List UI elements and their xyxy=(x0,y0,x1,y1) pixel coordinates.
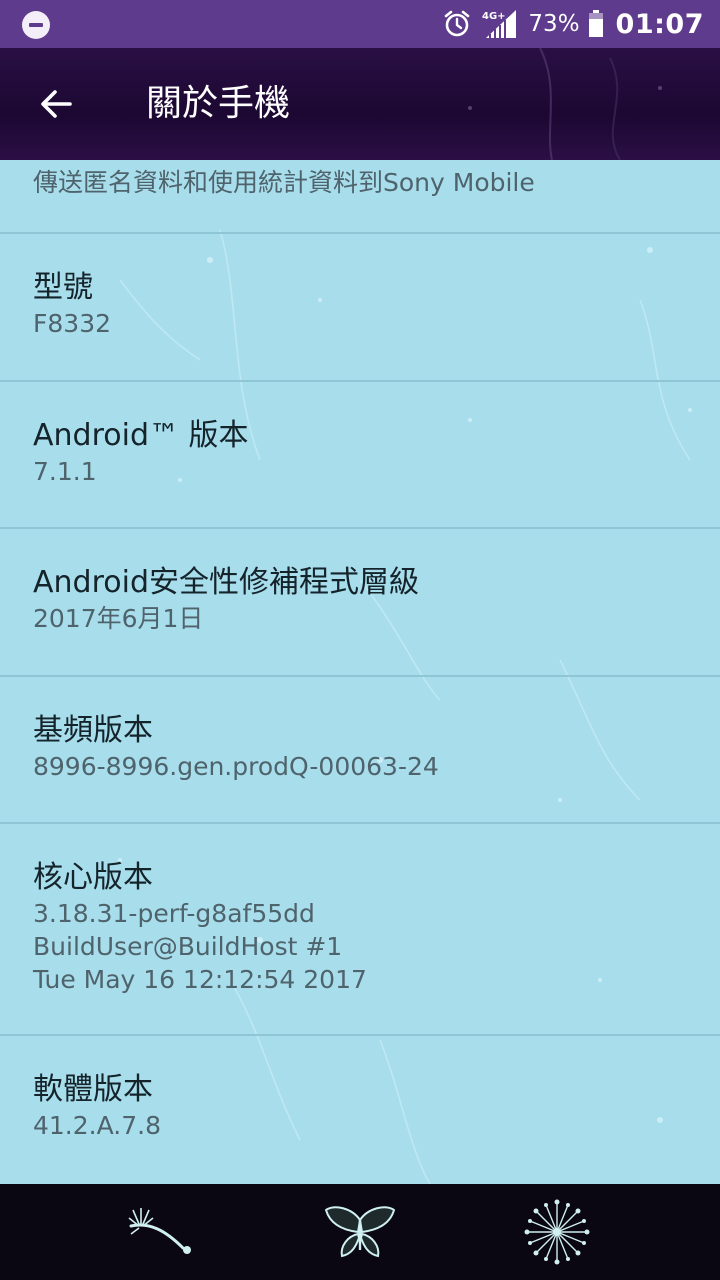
page-title: 關於手機 xyxy=(146,83,291,124)
status-indicators: 4G+ 73% 01:07 xyxy=(442,0,704,48)
row-summary: 傳送匿名資料和使用統計資料到Sony Mobile xyxy=(33,168,535,197)
nav-back-button[interactable] xyxy=(115,1194,205,1270)
status-bar: 4G+ 73% 01:07 xyxy=(0,0,720,48)
row-title: Android™ 版本 xyxy=(33,418,249,453)
battery-percent: 73% xyxy=(528,11,580,37)
row-summary: 2017年6月1日 xyxy=(33,604,204,633)
clock: 01:07 xyxy=(615,8,704,40)
back-button[interactable] xyxy=(24,80,88,128)
navigation-bar xyxy=(0,1184,720,1280)
row-summary: 3.18.31-perf-g8af55dd BuildUser@BuildHos… xyxy=(33,899,367,994)
alarm-icon xyxy=(445,10,470,37)
do-not-disturb-icon xyxy=(22,11,50,39)
dandelion-recents-icon xyxy=(524,1199,590,1265)
butterfly-home-icon xyxy=(324,1206,396,1258)
list-item-security-patch-level[interactable]: Android安全性修補程式層級 2017年6月1日 xyxy=(0,529,720,677)
row-title: 軟體版本 xyxy=(33,1072,153,1107)
row-summary: 8996-8996.gen.prodQ-00063-24 xyxy=(33,752,439,781)
toolbar-wallpaper-pattern xyxy=(468,48,662,160)
about-phone-list[interactable]: 傳送匿名資料和使用統計資料到Sony Mobile 型號 F8332 Andro… xyxy=(0,160,720,1184)
list-item-android-version[interactable]: Android™ 版本 7.1.1 xyxy=(0,382,720,529)
row-title: Android安全性修補程式層級 xyxy=(33,565,419,600)
list-item-baseband-version[interactable]: 基頻版本 8996-8996.gen.prodQ-00063-24 xyxy=(0,677,720,824)
nav-home-button[interactable] xyxy=(315,1194,405,1270)
list-item-software-version[interactable]: 軟體版本 41.2.A.7.8 xyxy=(0,1036,720,1184)
row-title: 基頻版本 xyxy=(33,713,153,748)
row-title: 型號 xyxy=(33,270,93,305)
row-summary: 41.2.A.7.8 xyxy=(33,1111,161,1140)
row-title: 核心版本 xyxy=(33,860,153,895)
list-item-model[interactable]: 型號 F8332 xyxy=(0,234,720,382)
signal-icon: 4G+ xyxy=(482,10,517,38)
list-item-kernel-version[interactable]: 核心版本 3.18.31-perf-g8af55dd BuildUser@Bui… xyxy=(0,824,720,1036)
network-type-label: 4G+ xyxy=(482,11,506,22)
row-summary: 7.1.1 xyxy=(33,457,97,486)
battery-icon xyxy=(588,10,603,37)
row-summary: F8332 xyxy=(33,309,112,338)
dandelion-back-icon xyxy=(128,1208,191,1254)
arrow-back-icon xyxy=(41,90,72,118)
nav-recents-button[interactable] xyxy=(512,1194,602,1270)
toolbar: 關於手機 xyxy=(0,48,720,160)
list-item-send-usage-data[interactable]: 傳送匿名資料和使用統計資料到Sony Mobile xyxy=(0,160,720,234)
